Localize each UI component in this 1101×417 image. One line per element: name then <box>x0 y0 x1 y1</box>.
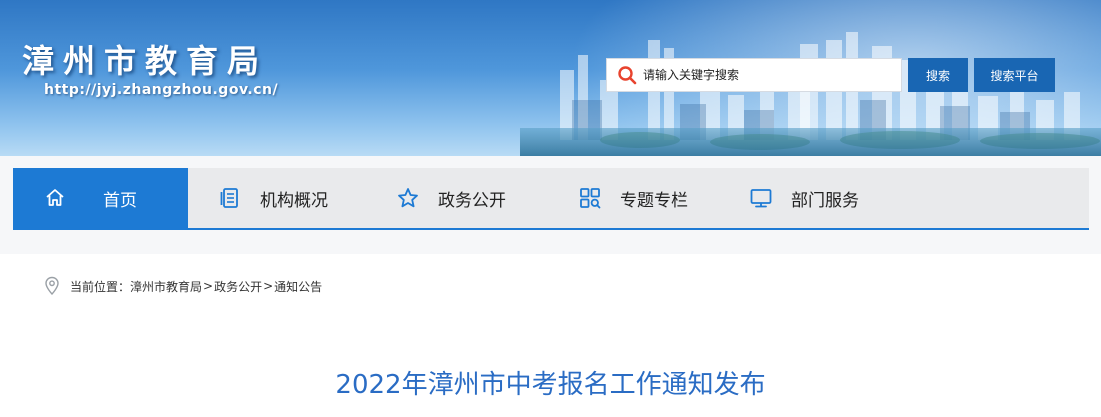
header-banner: 漳州市教育局 http://jyj.zhangzhou.gov.cn/ 搜索 搜… <box>0 0 1101 156</box>
search-platform-button[interactable]: 搜索平台 <box>974 58 1055 92</box>
nav-item-department-services[interactable]: 部门服务 <box>723 168 923 228</box>
article-title: 2022年漳州市中考报名工作通知发布 <box>335 370 766 400</box>
nav-item-label: 首页 <box>103 190 137 211</box>
breadcrumb-link-home[interactable]: 漳州市教育局 <box>130 278 202 295</box>
search-box <box>606 58 902 92</box>
main-nav: 首页 机构概况 政务公开 专题专栏 部门服务 <box>13 168 1089 230</box>
search-button[interactable]: 搜索 <box>908 58 968 92</box>
nav-item-home[interactable]: 首页 <box>13 168 188 228</box>
breadcrumb: 当前位置： 漳州市教育局 > 政务公开 > 通知公告 <box>44 276 322 296</box>
river-water <box>520 128 1101 156</box>
nav-item-special-topics[interactable]: 专题专栏 <box>548 168 723 228</box>
nav-item-label: 机构概况 <box>260 190 328 211</box>
site-url[interactable]: http://jyj.zhangzhou.gov.cn/ <box>44 82 278 98</box>
breadcrumb-separator: > <box>263 279 274 293</box>
monitor-icon <box>750 189 772 208</box>
nav-item-label: 政务公开 <box>438 190 506 211</box>
content-area: 当前位置： 漳州市教育局 > 政务公开 > 通知公告 2022年漳州市中考报名工… <box>0 254 1101 417</box>
breadcrumb-separator: > <box>203 279 214 293</box>
nav-item-government-affairs[interactable]: 政务公开 <box>368 168 548 228</box>
location-pin-icon <box>45 276 59 296</box>
home-icon <box>46 189 64 206</box>
search-input[interactable] <box>641 67 895 83</box>
document-icon <box>220 188 238 208</box>
search-icon <box>618 66 637 85</box>
site-title: 漳州市教育局 <box>22 42 269 80</box>
nav-item-organization[interactable]: 机构概况 <box>188 168 368 228</box>
nav-item-label: 部门服务 <box>791 190 859 211</box>
breadcrumb-link-government-affairs[interactable]: 政务公开 <box>214 278 262 295</box>
nav-item-label: 专题专栏 <box>620 190 688 211</box>
breadcrumb-link-notices[interactable]: 通知公告 <box>274 278 322 295</box>
star-icon <box>398 188 418 208</box>
breadcrumb-prefix: 当前位置： <box>70 279 131 294</box>
grid-search-icon <box>580 188 601 209</box>
